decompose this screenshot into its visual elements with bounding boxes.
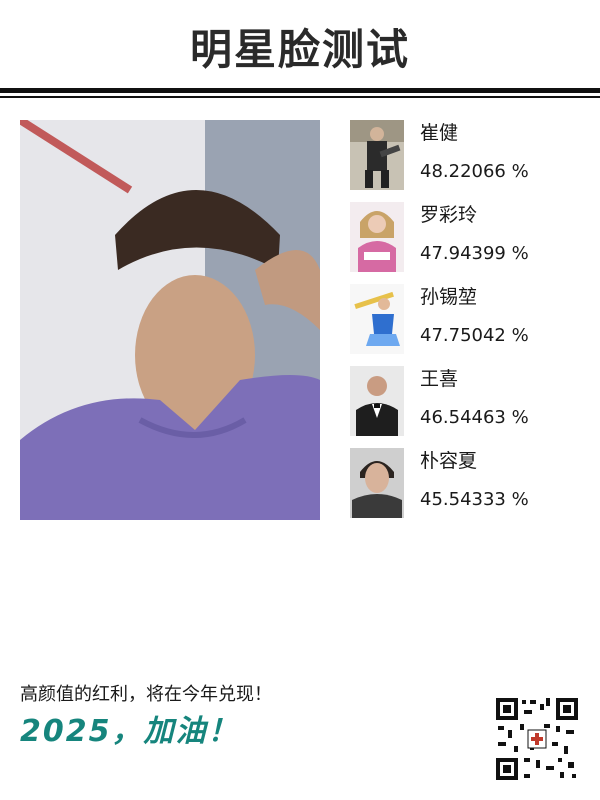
celebrity-photo-icon xyxy=(350,284,404,354)
cheer-text: 2025，加油！ xyxy=(20,714,240,749)
title-divider-thick xyxy=(0,88,600,93)
similarity-score: 45.54333 % xyxy=(420,489,529,510)
match-item[interactable]: 罗彩玲 47.94399 % xyxy=(350,202,590,274)
match-item[interactable]: 孙锡堃 47.75042 % xyxy=(350,284,590,356)
celebrity-photo-icon xyxy=(350,448,404,518)
match-item[interactable]: 崔健 48.22066 % xyxy=(350,120,590,192)
celebrity-photo-icon xyxy=(350,366,404,436)
celebrity-name: 孙锡堃 xyxy=(420,286,478,308)
similarity-score: 47.94399 % xyxy=(420,243,529,264)
slogan-text: 高颜值的红利，将在今年兑现！ xyxy=(20,684,272,705)
match-item[interactable]: 王喜 46.54463 % xyxy=(350,366,590,438)
title-divider-thin xyxy=(0,96,600,98)
celebrity-name: 王喜 xyxy=(420,368,459,390)
celebrity-photo-icon xyxy=(350,120,404,190)
user-portrait-image xyxy=(20,120,320,520)
uploaded-face-photo xyxy=(20,120,320,520)
similarity-score: 47.75042 % xyxy=(420,325,529,346)
similarity-score: 46.54463 % xyxy=(420,407,529,428)
page-title: 明星脸测试 xyxy=(189,25,410,74)
similarity-score: 48.22066 % xyxy=(420,161,529,182)
celebrity-name: 朴容夏 xyxy=(420,450,478,472)
qr-code-icon[interactable] xyxy=(494,696,580,782)
celebrity-name: 崔健 xyxy=(420,122,459,144)
celebrity-name: 罗彩玲 xyxy=(420,204,478,226)
celebrity-photo-icon xyxy=(350,202,404,272)
match-item[interactable]: 朴容夏 45.54333 % xyxy=(350,448,590,520)
